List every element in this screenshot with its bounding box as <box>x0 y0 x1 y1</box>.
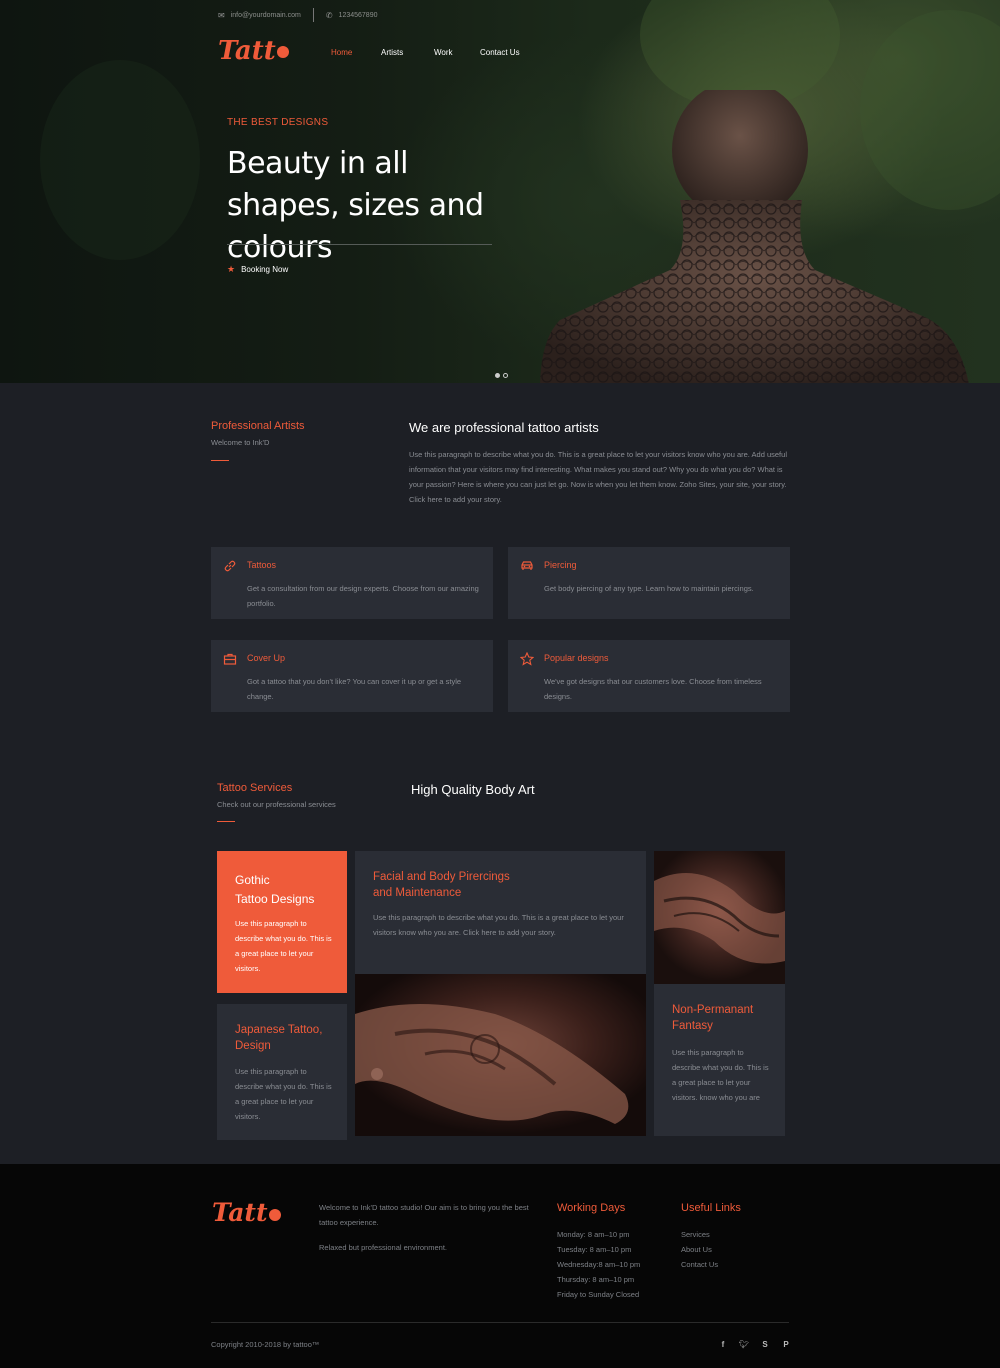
accent-line <box>217 821 235 822</box>
working-days-title: Working Days <box>557 1202 626 1214</box>
footer-divider <box>211 1322 789 1323</box>
booking-now-button[interactable]: ★ Booking Now <box>227 264 288 275</box>
footer-about-1: Welcome to Ink'D tattoo studio! Our aim … <box>319 1203 529 1227</box>
tile-desc: Use this paragraph to describe what you … <box>672 1048 769 1102</box>
slider-dot-1[interactable] <box>495 373 500 378</box>
about-paragraph: Use this paragraph to describe what you … <box>409 450 787 504</box>
tile-title: Japanese Tattoo, Design <box>235 1024 323 1052</box>
hours-tuesday: Tuesday: 8 am–10 pm <box>557 1245 632 1254</box>
feature-desc: Get a consultation from our design exper… <box>247 584 479 608</box>
nav-artists[interactable]: Artists <box>381 48 434 57</box>
services-heading: High Quality Body Art <box>411 782 535 797</box>
slider-dots <box>495 373 508 378</box>
feature-title: Popular designs <box>544 653 609 663</box>
link-icon <box>224 560 236 572</box>
footer-link-about-us[interactable]: About Us <box>681 1242 712 1257</box>
footer-about-2: Relaxed but professional environment. <box>319 1243 447 1252</box>
tile-title: Gothic Tattoo Designs <box>235 873 315 906</box>
feature-title: Cover Up <box>247 653 286 663</box>
arm-illustration <box>654 873 785 964</box>
feature-desc: Got a tattoo that you don't like? You ca… <box>247 677 462 701</box>
footer-logo-text: Tatt <box>212 1198 268 1227</box>
booking-label: Booking Now <box>241 265 289 274</box>
copyright: Copyright 2010-2018 by tattoo™ <box>211 1340 320 1349</box>
hours-wednesday: Wednesday:8 am–10 pm <box>557 1260 641 1269</box>
contact-topbar: ✉ info@yourdomain.com ✆ 1234567890 <box>218 8 377 22</box>
footer-link-contact-us[interactable]: Contact Us <box>681 1257 718 1272</box>
email-text[interactable]: info@yourdomain.com <box>231 12 301 19</box>
twitter-icon[interactable]: 🐦︎ <box>739 1340 749 1349</box>
feature-title: Piercing <box>544 560 577 570</box>
hero-eyebrow: THE BEST DESIGNS <box>227 117 329 128</box>
nav-home[interactable]: Home <box>331 48 381 57</box>
pinterest-icon[interactable]: P <box>781 1340 791 1349</box>
tattooed-man-image <box>540 90 969 383</box>
hours-thursday: Thursday: 8 am–10 pm <box>557 1275 635 1284</box>
tile-desc: Use this paragraph to describe what you … <box>235 919 332 973</box>
nav-contact-us[interactable]: Contact Us <box>480 48 520 57</box>
social-links: f 🐦︎ S P <box>718 1340 791 1349</box>
services-section-title: Tattoo Services <box>217 782 293 794</box>
tile-japanese[interactable]: Japanese Tattoo, Design Use this paragra… <box>217 1004 347 1140</box>
feature-title: Tattoos <box>247 560 277 570</box>
skype-icon[interactable]: S <box>760 1340 770 1349</box>
hours-monday: Monday: 8 am–10 pm <box>557 1230 630 1239</box>
accent-line <box>211 460 229 461</box>
star-icon <box>520 652 534 666</box>
car-icon <box>521 561 533 570</box>
tile-fantasy[interactable]: Non-Permanant Fantasy Use this paragraph… <box>654 984 785 1136</box>
tattooed-hand-image <box>355 974 646 1136</box>
slider-dot-2[interactable] <box>503 373 508 378</box>
tile-gothic[interactable]: Gothic Tattoo Designs Use this paragraph… <box>217 851 347 993</box>
mail-icon: ✉ <box>218 10 225 20</box>
feature-desc: We've got designs that our customers lov… <box>544 677 762 701</box>
star-icon: ★ <box>227 264 236 274</box>
foliage <box>40 60 200 260</box>
feature-card-tattoos[interactable]: Tattoos Get a consultation from our desi… <box>211 547 493 619</box>
tile-title: Non-Permanant Fantasy <box>672 1004 754 1032</box>
logo-dot <box>268 1208 281 1221</box>
divider <box>312 8 314 22</box>
footer-link-services[interactable]: Services <box>681 1227 710 1242</box>
tile-desc: Use this paragraph to describe what you … <box>235 1067 332 1121</box>
useful-links-title: Useful Links <box>681 1202 741 1214</box>
logo-text: Tatt <box>218 36 276 66</box>
tattooed-arm-image <box>654 851 785 984</box>
services-section-subtitle: Check out our professional services <box>217 800 336 809</box>
briefcase-icon <box>223 653 237 665</box>
feature-desc: Get body piercing of any type. Learn how… <box>544 584 754 593</box>
phone-icon: ✆ <box>325 10 333 20</box>
tile-title: Facial and Body Pirercings and Maintenan… <box>373 871 510 899</box>
hours-weekend: Friday to Sunday Closed <box>557 1290 640 1299</box>
about-section-title: Professional Artists <box>211 420 305 432</box>
feature-card-piercing[interactable]: Piercing Get body piercing of any type. … <box>508 547 790 619</box>
main-nav: Home Artists Work Contact Us <box>331 48 520 57</box>
footer-logo[interactable]: Tatt <box>212 1198 281 1227</box>
footer <box>0 1164 1000 1368</box>
feature-card-cover-up[interactable]: Cover Up Got a tattoo that you don't lik… <box>211 640 493 712</box>
feature-card-popular-designs[interactable]: Popular designs We've got designs that o… <box>508 640 790 712</box>
tile-facial-piercings[interactable]: Facial and Body Pirercings and Maintenan… <box>355 851 646 974</box>
hero-divider <box>227 244 492 245</box>
hero-headline: Beauty in all shapes, sizes and colours <box>227 146 484 265</box>
hero-banner: ✉ info@yourdomain.com ✆ 1234567890 Tatt … <box>0 0 1000 383</box>
about-section-subtitle: Welcome to Ink'D <box>211 438 270 447</box>
hand-illustration <box>355 1004 629 1124</box>
facebook-icon[interactable]: f <box>718 1340 728 1349</box>
nav-work[interactable]: Work <box>434 48 480 57</box>
about-heading: We are professional tattoo artists <box>409 420 599 435</box>
phone-text[interactable]: 1234567890 <box>339 12 378 19</box>
logo-dot <box>276 46 289 58</box>
tile-desc: Use this paragraph to describe what you … <box>373 913 624 937</box>
logo[interactable]: Tatt <box>218 36 289 66</box>
